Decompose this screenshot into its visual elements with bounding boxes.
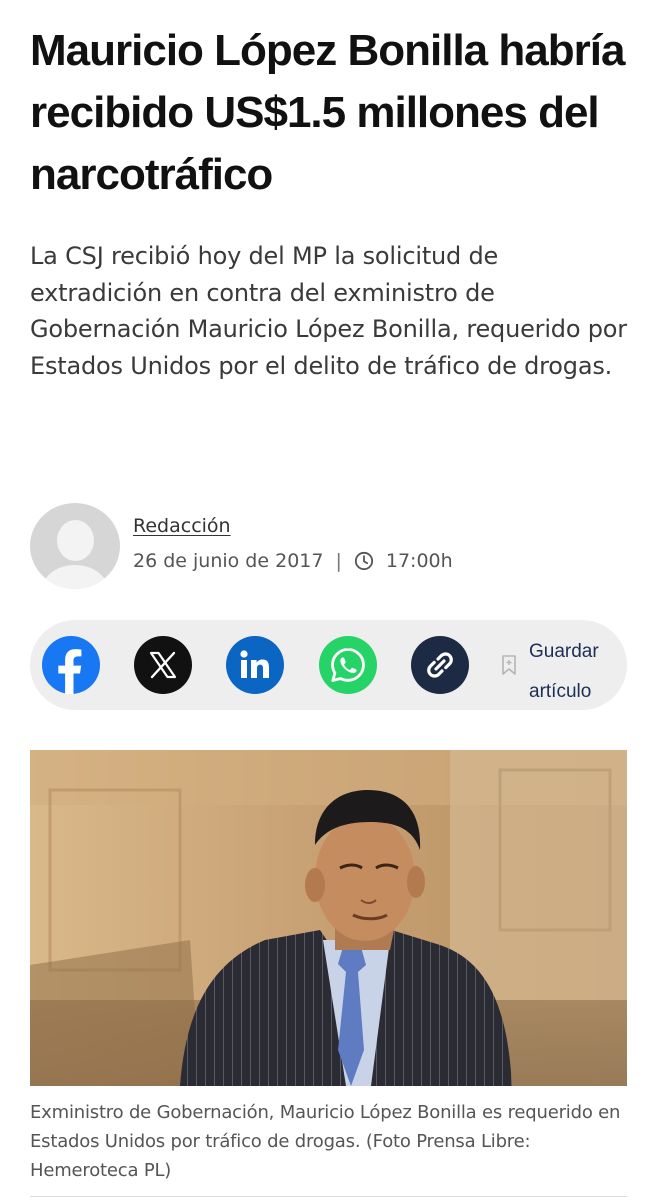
author-link[interactable]: Redacción (133, 515, 231, 537)
article-meta: 26 de junio de 2017 | 17:00h (133, 550, 453, 572)
clock-icon (354, 551, 374, 571)
share-bar: Guardar artículo (30, 620, 627, 710)
facebook-share-button[interactable] (42, 636, 100, 694)
publish-time: 17:00h (385, 550, 453, 572)
publish-date: 26 de junio de 2017 (133, 550, 324, 572)
linkedin-icon (240, 650, 269, 678)
linkedin-share-button[interactable] (226, 636, 284, 694)
byline: Redacción 26 de junio de 2017 | 17:00h (30, 503, 630, 593)
author-avatar (30, 503, 120, 589)
photo-caption: Exministro de Gobernación, Mauricio Lópe… (30, 1102, 621, 1181)
article-headline: Mauricio López Bonilla habría recibido U… (30, 26, 625, 199)
bookmark-icon[interactable] (501, 654, 517, 676)
whatsapp-icon (331, 648, 365, 682)
meta-separator: | (335, 550, 342, 572)
divider (30, 1196, 627, 1197)
article-lead: La CSJ recibió hoy del MP la solicitud d… (30, 242, 627, 380)
copy-link-button[interactable] (411, 636, 469, 694)
x-icon (149, 651, 177, 679)
save-article-button[interactable]: Guardar artículo (529, 632, 621, 712)
whatsapp-share-button[interactable] (319, 636, 377, 694)
link-icon (427, 652, 453, 678)
x-share-button[interactable] (134, 636, 192, 694)
facebook-icon (58, 649, 82, 694)
article-photo (30, 750, 627, 1086)
